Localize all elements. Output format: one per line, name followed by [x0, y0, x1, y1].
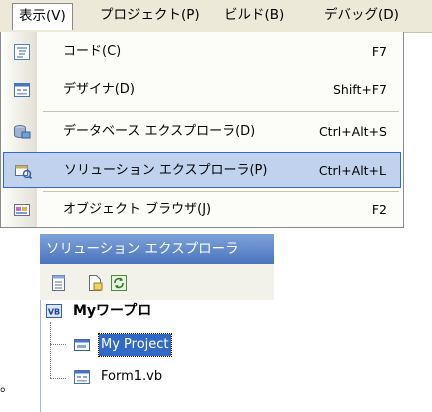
tree-node-label: Form1.vb: [101, 369, 163, 384]
show-all-files-icon[interactable]: [86, 274, 104, 292]
solution-explorer-tree: VB Myワープロ My Project Form1.vb: [40, 300, 275, 412]
menu-bar: 表示(V) プロジェクト(P) ビルド(B) デバッグ(D): [0, 0, 432, 33]
tree-node-label: My Project: [98, 333, 172, 357]
bullet-mark: 。: [0, 379, 14, 395]
menu-item-shortcut: F7: [371, 44, 387, 59]
solution-explorer-title: ソリューション エクスプローラ: [40, 234, 274, 264]
solution-explorer-toolbar: [40, 264, 274, 300]
menu-item-label: ソリューション エクスプローラ(P): [64, 163, 268, 178]
object-browser-icon: [13, 201, 31, 219]
menu-item-code[interactable]: コード(C) F7: [3, 34, 401, 70]
view-menu-dropdown: コード(C) F7 デザイナ(D) Shift+F7 データベース エクスプロー: [0, 32, 404, 228]
vb-project-icon: VB: [45, 302, 63, 320]
form-file-icon: [73, 368, 91, 386]
menu-build[interactable]: ビルド(B): [218, 3, 290, 27]
menu-item-shortcut: F2: [371, 202, 387, 217]
menu-item-database-explorer[interactable]: データベース エクスプローラ(D) Ctrl+Alt+S: [3, 114, 401, 150]
solution-explorer-icon: [14, 162, 33, 180]
properties-icon[interactable]: [50, 274, 68, 292]
menu-item-label: コード(C): [63, 44, 122, 59]
my-project-icon: [73, 336, 91, 354]
menu-item-label: オブジェクト ブラウザ(J): [63, 202, 212, 217]
tree-connector: [50, 322, 51, 378]
refresh-icon[interactable]: [110, 274, 128, 292]
menu-project[interactable]: プロジェクト(P): [94, 3, 206, 27]
solution-explorer-panel: ソリューション エクスプローラ VB Myワープロ My Project For…: [28, 234, 275, 412]
tree-connector: [50, 344, 66, 345]
menu-item-label: デザイナ(D): [63, 82, 135, 97]
menu-item-solution-explorer[interactable]: ソリューション エクスプローラ(P) Ctrl+Alt+L: [3, 152, 401, 188]
menu-item-shortcut: Ctrl+Alt+L: [318, 163, 386, 178]
menu-item-shortcut: Shift+F7: [332, 82, 387, 97]
menu-view[interactable]: 表示(V): [12, 3, 73, 30]
code-icon: [13, 43, 31, 61]
designer-icon: [13, 81, 31, 99]
menu-item-shortcut: Ctrl+Alt+S: [318, 124, 387, 139]
database-explorer-icon: [13, 123, 31, 141]
menu-item-label: データベース エクスプローラ(D): [63, 124, 256, 139]
tree-connector: [50, 378, 66, 379]
svg-text:VB: VB: [48, 308, 60, 317]
menu-item-object-browser[interactable]: オブジェクト ブラウザ(J) F2: [3, 192, 401, 228]
menu-debug[interactable]: デバッグ(D): [318, 3, 405, 27]
menu-item-designer[interactable]: デザイナ(D) Shift+F7: [3, 72, 401, 108]
tree-node-label: Myワープロ: [73, 303, 152, 319]
menu-separator: [43, 111, 399, 112]
